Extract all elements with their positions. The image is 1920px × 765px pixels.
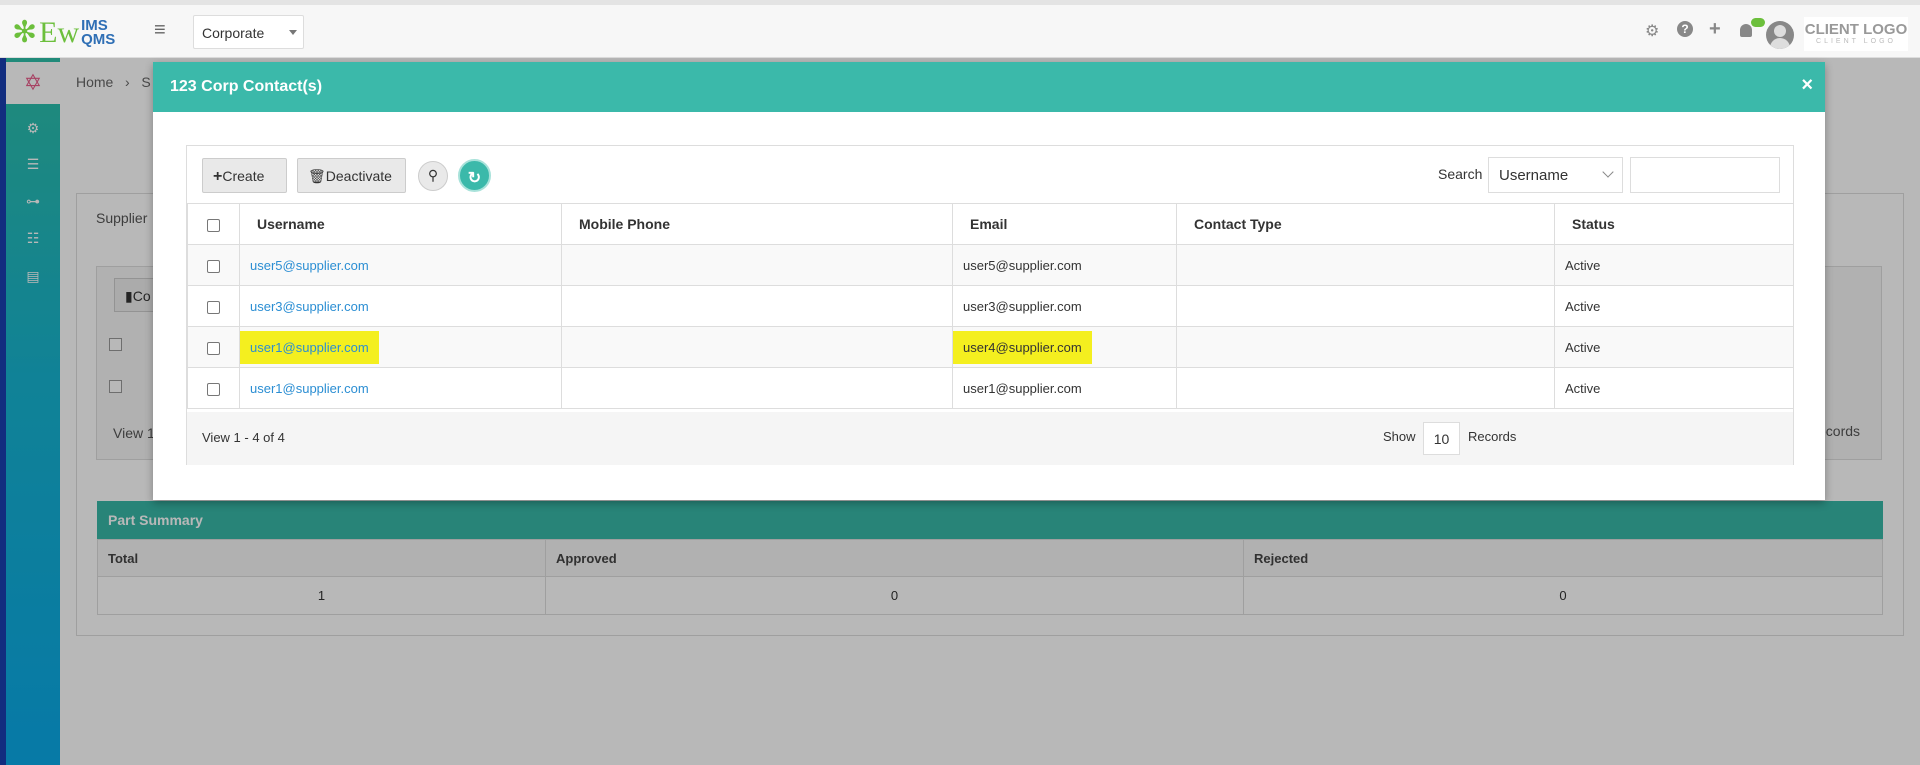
deactivate-button-label: Deactivate [325, 168, 392, 184]
hamburger-icon[interactable]: ≡ [154, 19, 166, 42]
row-email: user1@supplier.com [952, 367, 1177, 409]
client-logo-text: CLIENT LOGO [1804, 21, 1908, 38]
table-header-row: Username Mobile Phone Email Contact Type… [187, 203, 1794, 245]
row-contact-type [1176, 285, 1555, 327]
avatar[interactable] [1766, 21, 1794, 49]
search-icon: ⚲ [427, 167, 439, 183]
bell-icon[interactable] [1740, 24, 1752, 37]
row-status: Active [1554, 285, 1794, 327]
row-checkbox-cell [187, 244, 240, 286]
plus-icon[interactable]: + [1709, 18, 1721, 41]
column-header-email[interactable]: Email [952, 203, 1177, 245]
refresh-icon: ↻ [467, 170, 482, 187]
row-checkbox-cell [187, 285, 240, 327]
page-size-input[interactable]: 10 [1423, 422, 1460, 455]
view-count: View 1 - 4 of 4 [202, 430, 285, 445]
modal-header: 123 Corp Contact(s) × [153, 62, 1825, 112]
organization-select[interactable]: Corporate [193, 15, 304, 49]
refresh-button[interactable]: ↻ [458, 159, 491, 192]
caret-down-icon [289, 30, 297, 35]
contacts-modal: 123 Corp Contact(s) × +Create 🗑Deactivat… [153, 62, 1825, 500]
grid-footer: View 1 - 4 of 4 Show 10 Records [187, 412, 1793, 465]
plus-icon: + [213, 168, 223, 185]
row-mobile [561, 285, 953, 327]
username-link[interactable]: user1@supplier.com [240, 330, 379, 364]
records-label: Records [1468, 429, 1517, 444]
username-link[interactable]: user1@supplier.com [250, 381, 369, 396]
username-link[interactable]: user3@supplier.com [250, 299, 369, 314]
select-all-cell [187, 203, 240, 245]
table-row[interactable]: user3@supplier.com user3@supplier.com Ac… [187, 285, 1794, 327]
close-icon[interactable]: × [1801, 75, 1813, 95]
client-logo: CLIENT LOGO CLIENT LOGO [1804, 17, 1908, 51]
row-checkbox[interactable] [207, 341, 220, 355]
row-status: Active [1554, 367, 1794, 409]
row-checkbox[interactable] [207, 382, 220, 396]
logo-stack: IMS QMS [81, 18, 116, 48]
logo-text: Ew [39, 16, 80, 49]
search-button[interactable]: ⚲ [418, 161, 448, 191]
logo-flower-icon: ✻ [12, 16, 38, 49]
question-icon[interactable]: ? [1677, 21, 1693, 37]
row-checkbox[interactable] [207, 300, 220, 314]
row-checkbox-cell [187, 326, 240, 368]
ewqms-logo[interactable]: ✻ Ew IMS QMS [12, 15, 115, 51]
username-link[interactable]: user5@supplier.com [250, 258, 369, 273]
search-field-value: Username [1499, 167, 1569, 184]
row-checkbox-cell [187, 367, 240, 409]
row-username: user1@supplier.com [239, 367, 562, 409]
row-email: user5@supplier.com [952, 244, 1177, 286]
row-email: user3@supplier.com [952, 285, 1177, 327]
row-contact-type [1176, 244, 1555, 286]
row-email: user4@supplier.com [952, 326, 1177, 368]
table-row[interactable]: user1@supplier.com user4@supplier.com Ac… [187, 326, 1794, 368]
deactivate-button[interactable]: 🗑Deactivate [297, 158, 406, 193]
row-username: user1@supplier.com [239, 326, 562, 368]
trash-icon: 🗑 [308, 168, 326, 184]
select-all-checkbox[interactable] [207, 218, 220, 232]
column-header-mobile-phone[interactable]: Mobile Phone [561, 203, 953, 245]
logo-sub: QMS [81, 31, 116, 48]
table-row[interactable]: user5@supplier.com user5@supplier.com Ac… [187, 244, 1794, 286]
modal-title: 123 Corp Contact(s) [170, 78, 323, 95]
organization-select-value: Corporate [202, 25, 265, 41]
grid-toolbar: +Create 🗑Deactivate ⚲ ↻ Search Username [187, 146, 1793, 203]
email-highlight: user4@supplier.com [953, 330, 1092, 364]
notification-badge [1751, 18, 1765, 27]
chevron-down-icon [1602, 166, 1614, 178]
show-label: Show [1383, 429, 1416, 444]
row-mobile [561, 326, 953, 368]
column-header-username[interactable]: Username [239, 203, 562, 245]
row-status: Active [1554, 244, 1794, 286]
create-button-label: Create [222, 168, 265, 184]
row-mobile [561, 244, 953, 286]
search-field-select[interactable]: Username [1488, 157, 1623, 193]
search-input[interactable] [1630, 157, 1780, 193]
client-logo-subtext: CLIENT LOGO [1816, 38, 1896, 45]
row-contact-type [1176, 367, 1555, 409]
top-navbar: ✻ Ew IMS QMS ≡ Corporate ⚙ ? + CLIENT LO… [0, 0, 1920, 58]
row-username: user5@supplier.com [239, 244, 562, 286]
column-header-status[interactable]: Status [1554, 203, 1794, 245]
row-mobile [561, 367, 953, 409]
row-contact-type [1176, 326, 1555, 368]
search-label: Search [1438, 166, 1483, 182]
create-button[interactable]: +Create [202, 158, 287, 193]
contacts-table: Username Mobile Phone Email Contact Type… [187, 203, 1794, 409]
table-row[interactable]: user1@supplier.com user1@supplier.com Ac… [187, 367, 1794, 409]
row-status: Active [1554, 326, 1794, 368]
gear-icon[interactable]: ⚙ [1645, 21, 1659, 41]
contacts-grid: +Create 🗑Deactivate ⚲ ↻ Search Username [186, 145, 1794, 465]
column-header-contact-type[interactable]: Contact Type [1176, 203, 1555, 245]
row-checkbox[interactable] [207, 259, 220, 273]
row-username: user3@supplier.com [239, 285, 562, 327]
